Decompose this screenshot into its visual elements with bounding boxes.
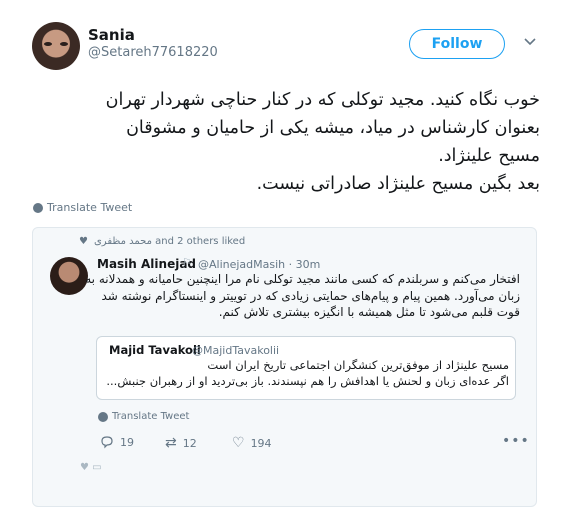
tweet-text: خوب نگاه کنید. مجید توکلی که در کنار حنا… bbox=[16, 86, 540, 198]
quoted-avatar[interactable] bbox=[50, 257, 88, 295]
user-handle[interactable]: @Setareh77618220 bbox=[88, 45, 218, 60]
translate-tweet-link[interactable]: Translate Tweet bbox=[33, 201, 132, 214]
globe-icon bbox=[98, 411, 108, 422]
tweet-line: بعد بگین مسیح علینژاد صادراتی نیست. bbox=[256, 174, 540, 194]
heart-icon: ♡ bbox=[232, 435, 245, 451]
reply-icon bbox=[101, 436, 113, 449]
quoted-translate-label: Translate Tweet bbox=[112, 411, 190, 422]
quoted-line: افتخار می‌کنم و سربلندم که کسی مانند مجی… bbox=[85, 272, 520, 286]
quoted-handle[interactable]: @AlinejadMasih · 30m bbox=[198, 258, 320, 271]
inner-text: مسیح علینژاد از موفق‌ترین کنشگران اجتماع… bbox=[104, 357, 509, 389]
liked-by-text: محمد مظفری and 2 others liked bbox=[93, 236, 246, 247]
follow-button[interactable]: Follow bbox=[409, 29, 505, 59]
like-action[interactable]: ♡ 194 bbox=[232, 435, 272, 451]
reply-count: 19 bbox=[120, 435, 134, 449]
translate-label: Translate Tweet bbox=[47, 201, 133, 214]
like-count: 194 bbox=[250, 436, 272, 450]
inner-handle[interactable]: @MajidTavakolii bbox=[192, 344, 279, 357]
inner-name[interactable]: Majid Tavakoli bbox=[109, 343, 201, 357]
inner-line: اگر عده‌ای زبان و لحنش یا اهدافش را هم ن… bbox=[106, 374, 509, 388]
flag-icon: ⚐ bbox=[182, 256, 192, 269]
quoted-text: افتخار می‌کنم و سربلندم که کسی مانند مجی… bbox=[85, 271, 520, 321]
retweet-icon: ⇄ bbox=[165, 435, 177, 451]
retweet-count: 12 bbox=[182, 436, 197, 450]
user-name[interactable]: Sania bbox=[88, 26, 135, 44]
liked-by-row: ♥ محمد مظفری and 2 others liked bbox=[79, 236, 245, 247]
user-avatar[interactable] bbox=[32, 22, 80, 70]
retweet-action[interactable]: ⇄ 12 bbox=[165, 435, 197, 451]
inner-line: مسیح علینژاد از موفق‌ترین کنشگران اجتماع… bbox=[207, 358, 509, 372]
quoted-translate-link[interactable]: Translate Tweet bbox=[98, 411, 189, 422]
quoted-line: قوت قلبم می‌شود تا مثل همیشه با انگیزه ب… bbox=[218, 305, 520, 319]
tweet-line: خوب نگاه کنید. مجید توکلی که در کنار حنا… bbox=[105, 90, 540, 110]
tweet-line: بعنوان کارشناس در میاد، میشه یکی از حامی… bbox=[126, 118, 540, 138]
chevron-down-icon[interactable] bbox=[522, 34, 538, 50]
globe-icon bbox=[33, 202, 43, 213]
more-icon[interactable]: ••• bbox=[502, 433, 530, 449]
heart-icon: ♥ bbox=[79, 236, 88, 247]
tweet-line: مسیح علینژاد. bbox=[438, 146, 540, 166]
quoted-line: زبان می‌آورد. همین پیام و پیام‌های حمایت… bbox=[101, 288, 520, 303]
reply-action[interactable]: 19 bbox=[100, 435, 134, 449]
next-item-strip: ♥ ▭ bbox=[80, 462, 102, 473]
